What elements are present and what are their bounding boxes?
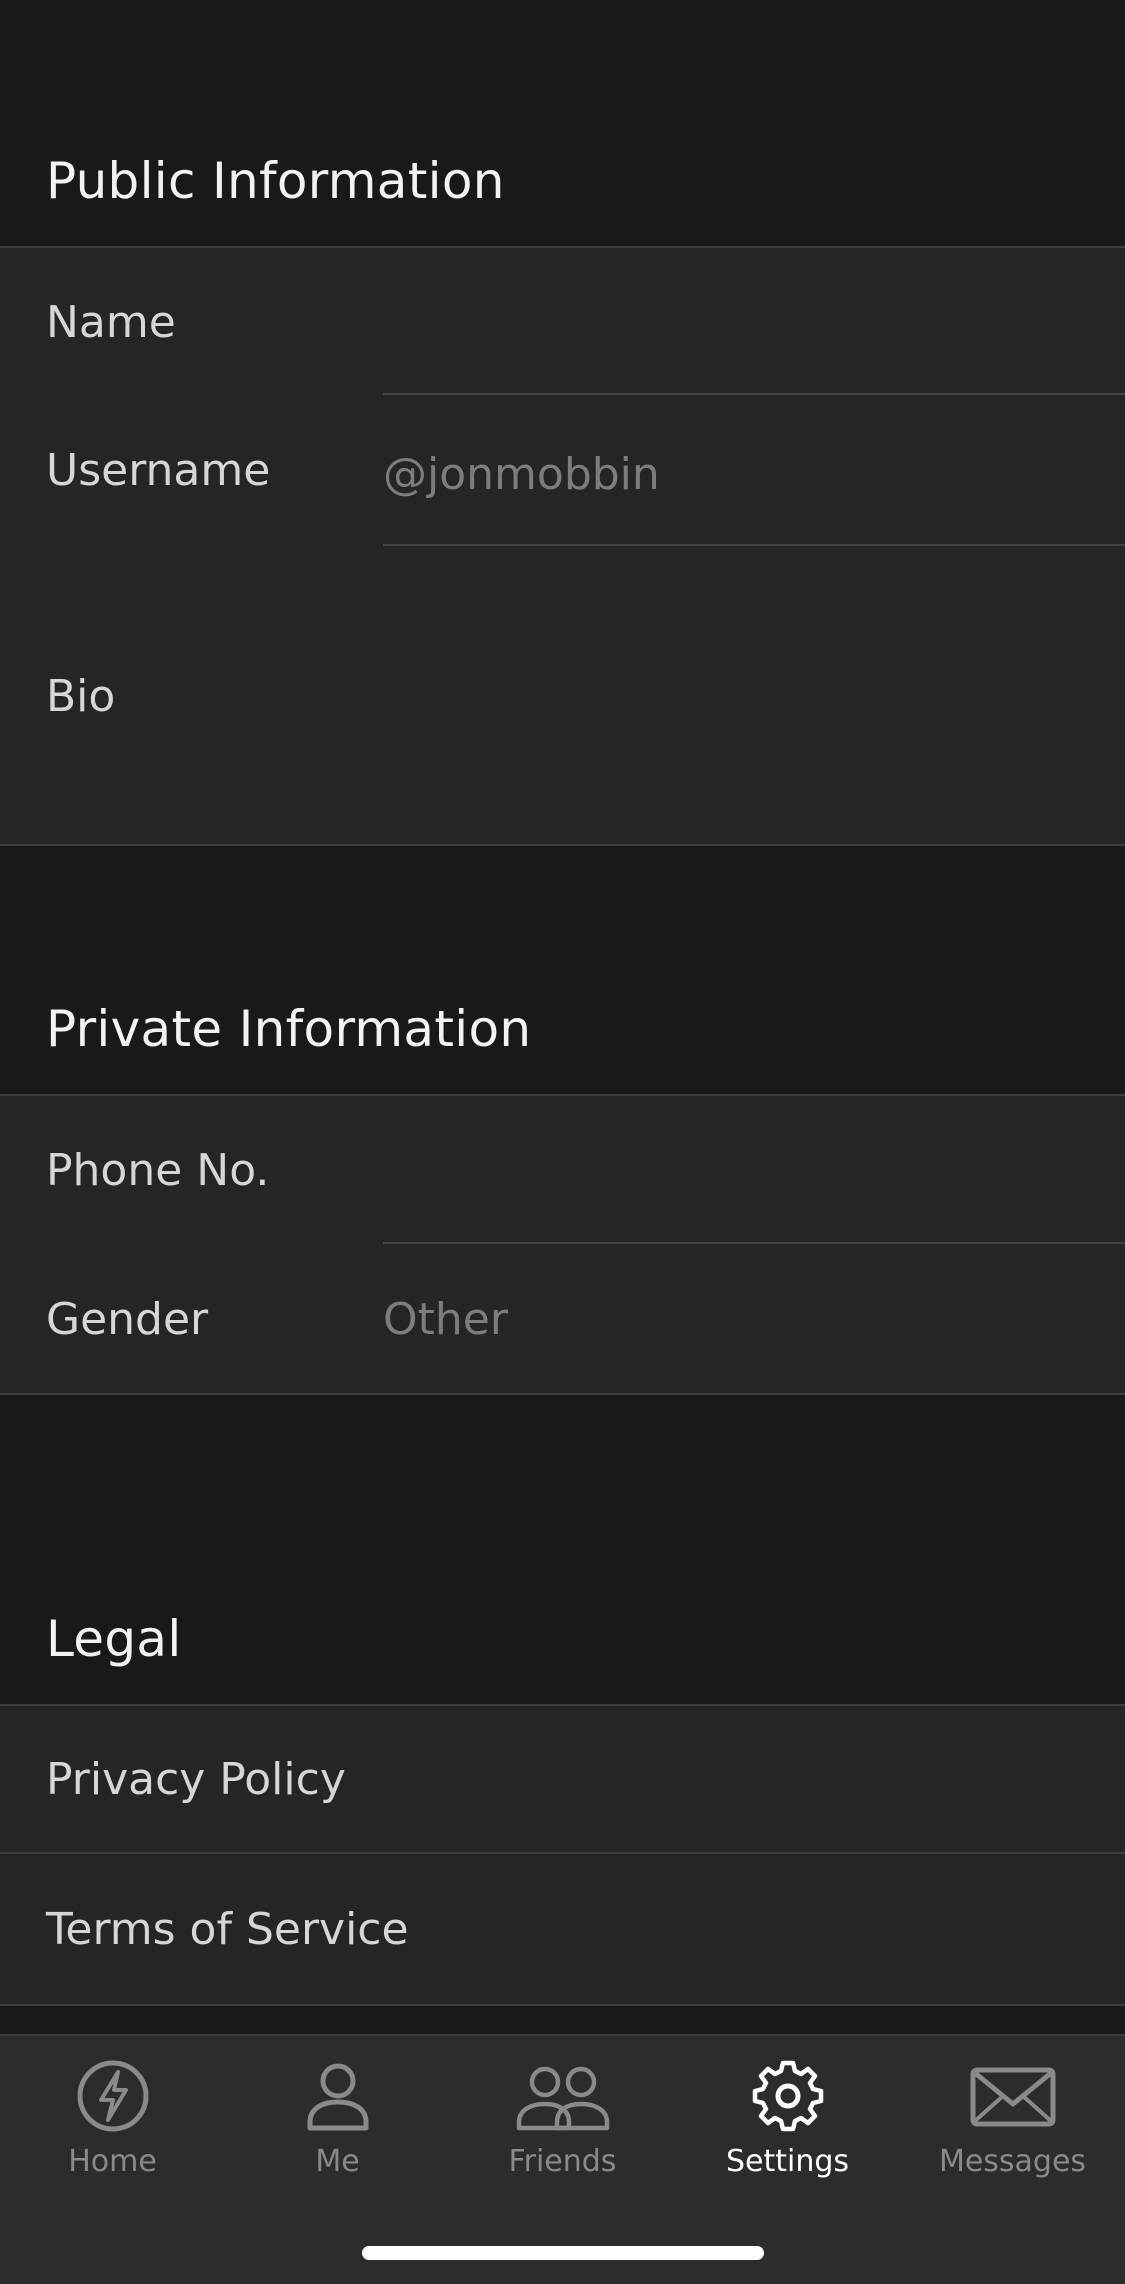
name-row[interactable]: Name [0,248,1125,394]
gender-label: Gender [46,1294,209,1345]
section-title-legal: Legal [46,1610,182,1668]
privacy-policy-label: Privacy Policy [46,1754,346,1805]
terms-of-service-row[interactable]: Terms of Service [0,1854,1125,2004]
people-icon [516,2066,609,2131]
username-label: Username [46,445,271,496]
tab-home-label: Home [68,2144,157,2179]
tab-messages[interactable]: Messages [900,2036,1125,2226]
gear-icon [752,2060,823,2132]
section-title-private: Private Information [46,1000,532,1058]
tab-friends[interactable]: Friends [450,2036,675,2226]
bio-label: Bio [46,671,116,722]
tab-settings[interactable]: Settings [675,2036,900,2226]
home-indicator[interactable] [362,2246,764,2260]
private-information-header: Private Information [0,846,1125,1096]
bio-field[interactable] [383,675,1083,726]
gender-row[interactable]: Gender Other [0,1244,1125,1393]
tab-messages-label: Messages [938,2144,1087,2179]
tab-settings-label: Settings [725,2144,850,2179]
tab-home[interactable]: Home [0,2036,225,2226]
username-row[interactable]: Username [0,395,1125,545]
private-information-group: Phone No. Gender Other [0,1096,1125,1395]
terms-of-service-label: Terms of Service [46,1904,409,1955]
bio-row[interactable]: Bio [0,546,1125,844]
name-label: Name [46,297,176,348]
envelope-icon [970,2067,1055,2127]
phone-row[interactable]: Phone No. [0,1096,1125,1243]
lightning-icon [77,2060,148,2132]
name-field[interactable] [383,301,1083,352]
tab-me[interactable]: Me [225,2036,450,2226]
phone-label: Phone No. [46,1145,270,1196]
privacy-policy-row[interactable]: Privacy Policy [0,1706,1125,1852]
tab-me-label: Me [315,2144,360,2179]
tab-friends-label: Friends [508,2144,617,2179]
legal-group: Privacy Policy Terms of Service [0,1706,1125,2006]
public-information-header: Public Information [0,0,1125,248]
section-title-public: Public Information [46,152,505,210]
public-information-group: Name Username Bio [0,248,1125,846]
username-field[interactable] [383,449,1083,500]
gender-value[interactable]: Other [383,1298,1083,1342]
legal-header: Legal [0,1395,1125,1706]
person-icon [307,2063,368,2131]
phone-field[interactable] [383,1149,1083,1200]
